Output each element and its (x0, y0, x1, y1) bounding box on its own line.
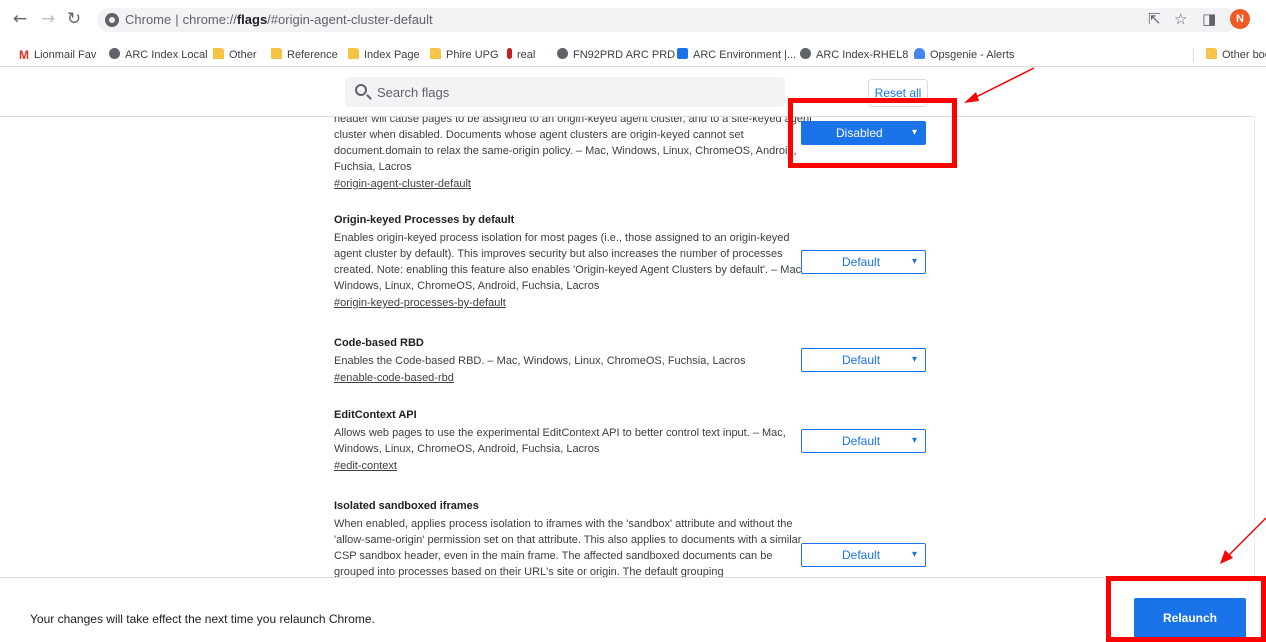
annotation-arrowhead (964, 92, 979, 103)
annotation-arrow (971, 67, 1035, 100)
annotation-arrows (964, 67, 1266, 564)
annotation-arrow (1227, 517, 1266, 557)
